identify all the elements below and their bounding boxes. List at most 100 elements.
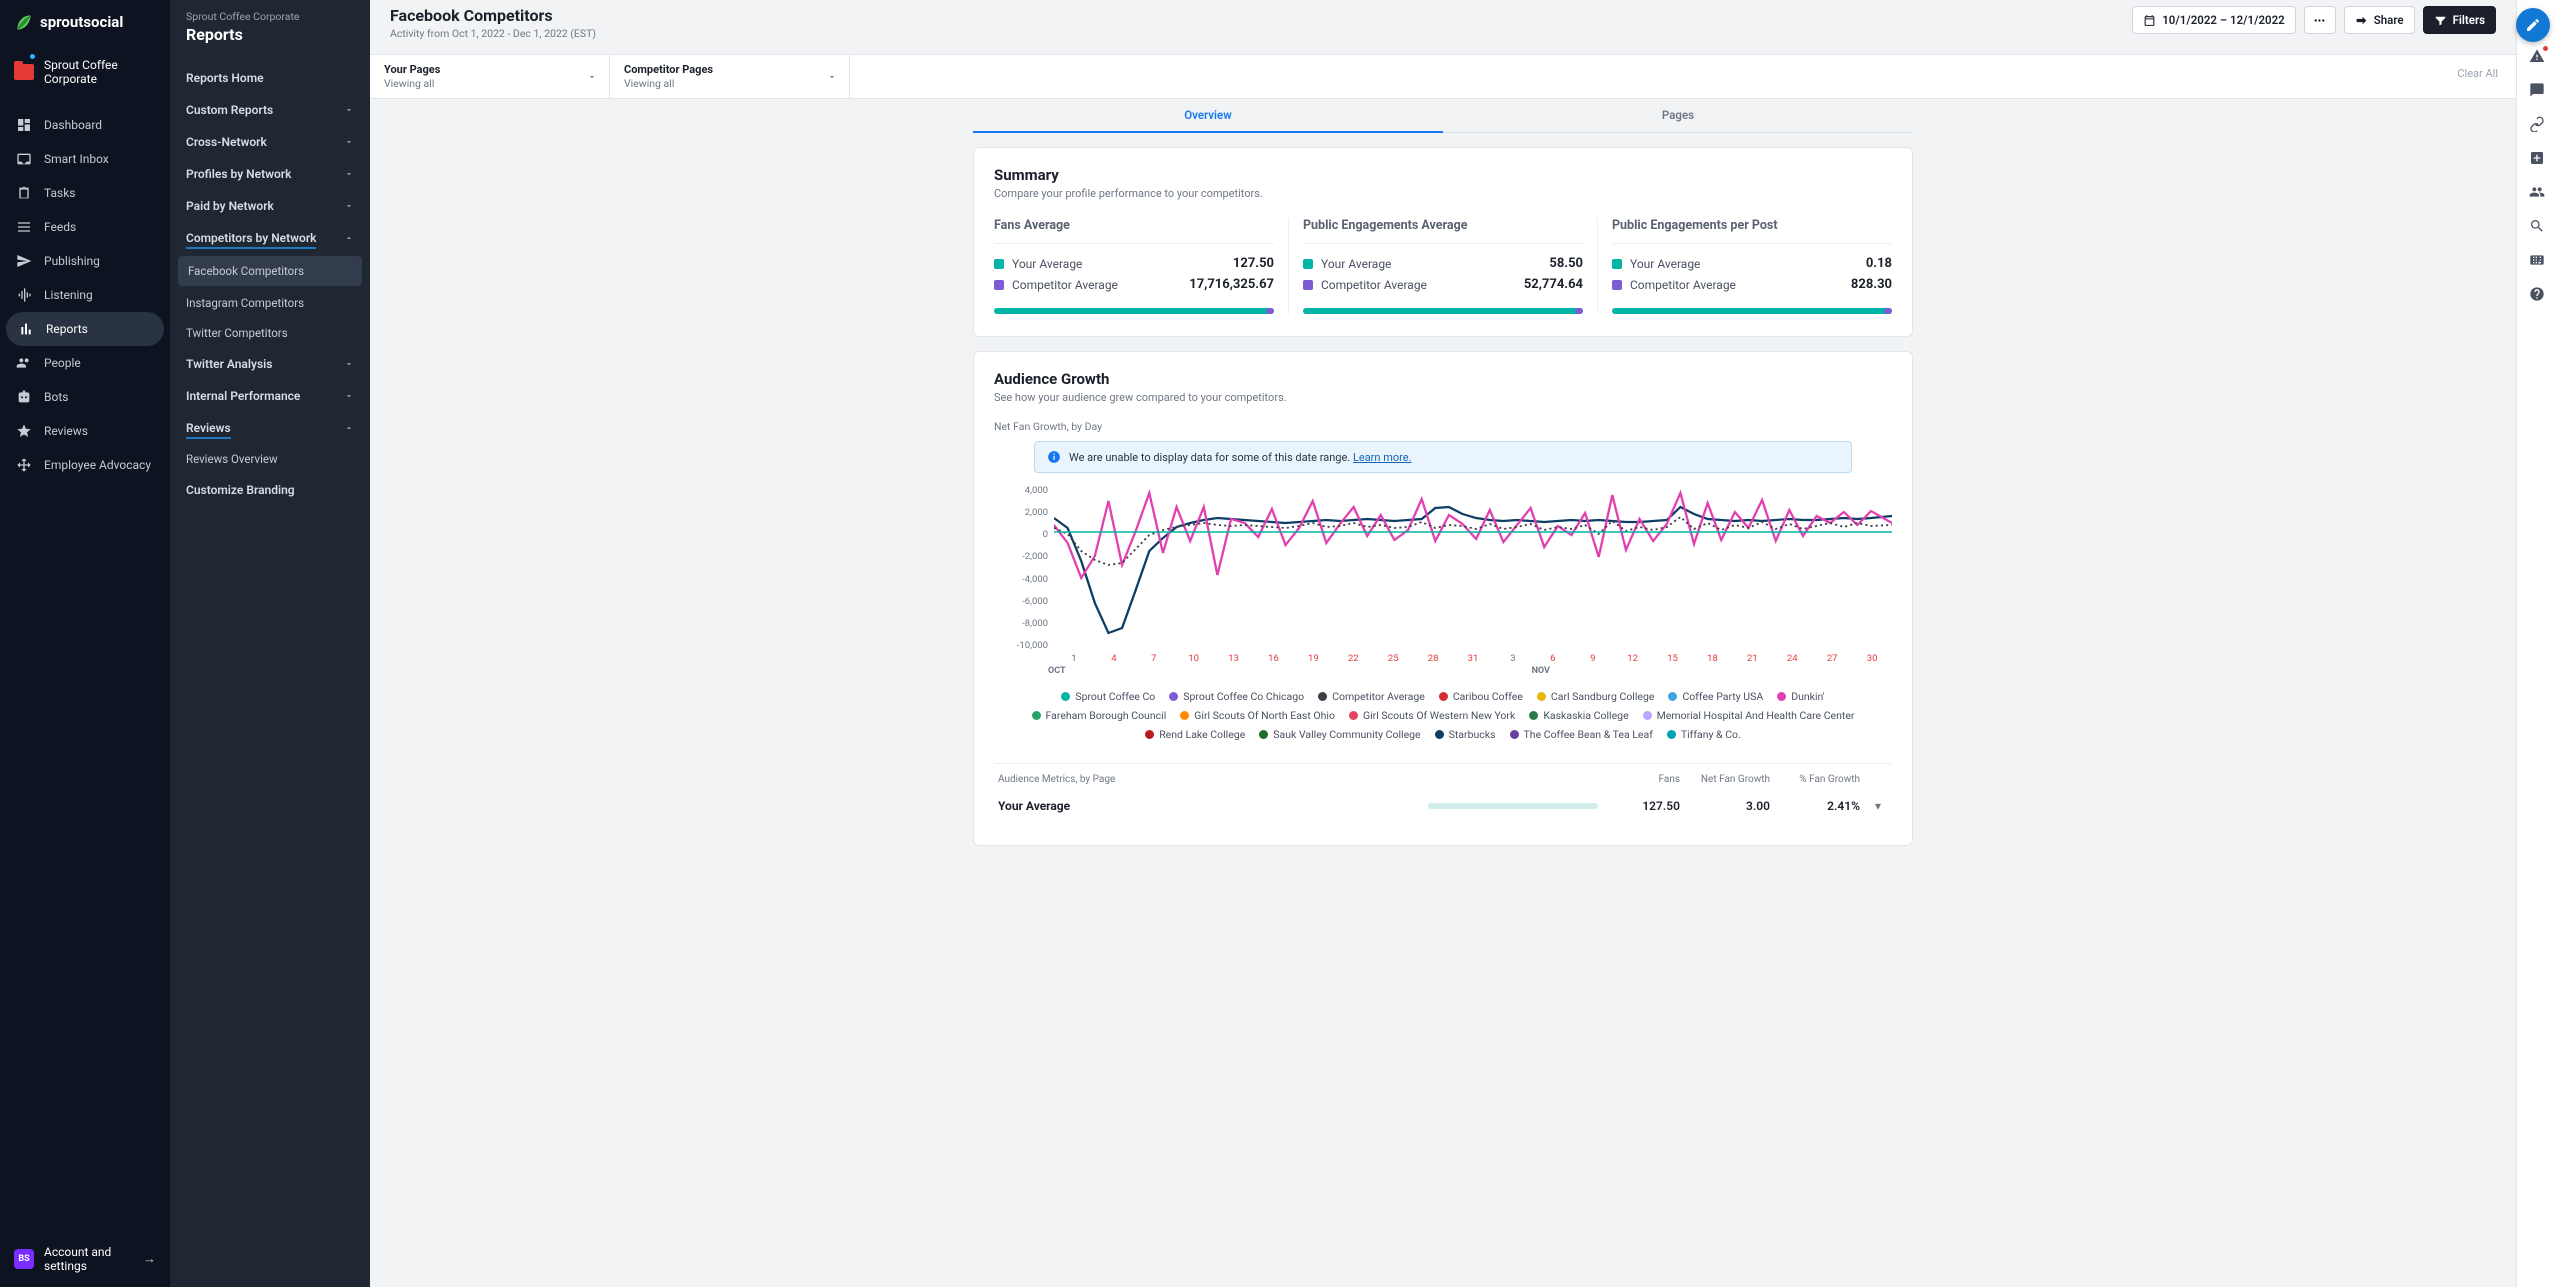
- side-group[interactable]: Profiles by Network: [170, 158, 370, 190]
- growth-desc: See how your audience grew compared to y…: [994, 391, 1892, 404]
- people-icon: [16, 355, 32, 371]
- side-group[interactable]: Custom Reports: [170, 94, 370, 126]
- side-group[interactable]: Cross-Network: [170, 126, 370, 158]
- add-icon[interactable]: [2529, 150, 2545, 166]
- breadcrumb: Sprout Coffee Corporate: [186, 10, 354, 23]
- chevron-down-icon: [827, 72, 837, 82]
- nav-advocacy[interactable]: Employee Advocacy: [0, 448, 170, 482]
- legend-item: The Coffee Bean & Tea Leaf: [1510, 728, 1653, 741]
- publishing-icon: [16, 253, 32, 269]
- nav-reviews[interactable]: Reviews: [0, 414, 170, 448]
- search-icon[interactable]: [2529, 218, 2545, 234]
- calendar-icon: [2143, 14, 2156, 27]
- share-icon: [2355, 14, 2368, 27]
- info-icon: [1047, 450, 1061, 464]
- date-range-picker[interactable]: 10/1/2022 – 12/1/2022: [2132, 6, 2296, 34]
- nav-listening[interactable]: Listening: [0, 278, 170, 312]
- tab-pages[interactable]: Pages: [1443, 99, 1913, 133]
- nav-smart-inbox[interactable]: Smart Inbox: [0, 142, 170, 176]
- folder-icon: [14, 64, 34, 80]
- legend-item: Sauk Valley Community College: [1259, 728, 1420, 741]
- keyboard-icon[interactable]: [2529, 252, 2545, 268]
- dashboard-icon: [16, 117, 32, 133]
- side-group[interactable]: Competitors by Network: [170, 222, 370, 254]
- more-button[interactable]: [2304, 6, 2336, 34]
- alerts-icon[interactable]: [2529, 48, 2545, 64]
- tasks-icon: [16, 185, 32, 201]
- tab-overview[interactable]: Overview: [973, 99, 1443, 133]
- help-icon[interactable]: [2529, 286, 2545, 302]
- table-row: Your Average 127.50 3.00 2.41% ▾: [994, 789, 1892, 823]
- nav-people[interactable]: People: [0, 346, 170, 380]
- share-button[interactable]: Share: [2344, 6, 2415, 34]
- reports-icon: [18, 321, 34, 337]
- your-pages-selector[interactable]: Your Pages Viewing all: [370, 55, 610, 98]
- workspace-name: Sprout Coffee Corporate: [44, 58, 156, 86]
- competitor-pages-selector[interactable]: Competitor Pages Viewing all: [610, 55, 850, 98]
- legend-item: Kaskaskia College: [1529, 709, 1628, 722]
- link-icon[interactable]: [2529, 116, 2545, 132]
- side-group[interactable]: Twitter Analysis: [170, 348, 370, 380]
- legend-item: Coffee Party USA: [1668, 690, 1763, 703]
- nav-publishing[interactable]: Publishing: [0, 244, 170, 278]
- side-title: Reports: [186, 25, 354, 44]
- side-sub-item[interactable]: Twitter Competitors: [170, 318, 370, 348]
- page-title: Facebook Competitors: [390, 6, 596, 25]
- side-link[interactable]: Customize Branding: [170, 474, 370, 506]
- compose-fab[interactable]: [2516, 8, 2550, 42]
- side-sub-item[interactable]: Instagram Competitors: [170, 288, 370, 318]
- growth-title: Audience Growth: [994, 370, 1892, 388]
- feeds-icon: [16, 219, 32, 235]
- growth-chart: [1054, 483, 1892, 653]
- account-settings-label: Account and settings: [44, 1245, 133, 1273]
- side-link[interactable]: Reports Home: [170, 62, 370, 94]
- bots-icon: [16, 389, 32, 405]
- brand-logo[interactable]: sproutsocial: [0, 0, 170, 44]
- legend-item: Rend Lake College: [1145, 728, 1245, 741]
- arrow-right-icon: →: [143, 1251, 156, 1267]
- brand-name: sproutsocial: [40, 13, 123, 31]
- legend-item: Fareham Borough Council: [1032, 709, 1167, 722]
- metric: Public Engagements AverageYour Average58…: [1289, 218, 1598, 314]
- legend-item: Tiffany & Co.: [1667, 728, 1741, 741]
- advocacy-icon: [16, 457, 32, 473]
- reviews-icon: [16, 423, 32, 439]
- legend-item: Memorial Hospital And Health Care Center: [1643, 709, 1855, 722]
- avatar: BS: [14, 1249, 34, 1269]
- nav-tasks[interactable]: Tasks: [0, 176, 170, 210]
- nav-dashboard[interactable]: Dashboard: [0, 108, 170, 142]
- chevron-down-icon: [344, 169, 354, 179]
- side-group[interactable]: Paid by Network: [170, 190, 370, 222]
- side-group[interactable]: Reviews: [170, 412, 370, 444]
- nav-reports[interactable]: Reports: [6, 312, 164, 346]
- metric: Fans AverageYour Average127.50Competitor…: [994, 218, 1289, 314]
- side-sub-item[interactable]: Facebook Competitors: [178, 256, 362, 286]
- metric: Public Engagements per PostYour Average0…: [1598, 218, 1892, 314]
- nav-feeds[interactable]: Feeds: [0, 210, 170, 244]
- smart-inbox-icon: [16, 151, 32, 167]
- nav-bots[interactable]: Bots: [0, 380, 170, 414]
- legend-item: Sprout Coffee Co Chicago: [1169, 690, 1304, 703]
- chat-icon[interactable]: [2529, 82, 2545, 98]
- filters-button[interactable]: Filters: [2423, 6, 2496, 34]
- side-group[interactable]: Internal Performance: [170, 380, 370, 412]
- chevron-down-icon: [344, 105, 354, 115]
- filter-icon: [2434, 14, 2447, 27]
- chevron-up-icon: [344, 423, 354, 433]
- am-table-title: Audience Metrics, by Page: [998, 774, 1598, 785]
- workspace-switcher[interactable]: Sprout Coffee Corporate: [0, 48, 170, 100]
- side-sub-item[interactable]: Reviews Overview: [170, 444, 370, 474]
- legend-item: Sprout Coffee Co: [1061, 690, 1155, 703]
- listening-icon: [16, 287, 32, 303]
- chevron-down-icon[interactable]: ▾: [1868, 799, 1888, 813]
- chevron-down-icon: [344, 137, 354, 147]
- account-settings[interactable]: BS Account and settings →: [0, 1233, 170, 1287]
- legend-item: Dunkin': [1777, 690, 1824, 703]
- page-subtitle: Activity from Oct 1, 2022 - Dec 1, 2022 …: [390, 27, 596, 40]
- legend-item: Caribou Coffee: [1439, 690, 1523, 703]
- chevron-down-icon: [344, 391, 354, 401]
- legend-item: Competitor Average: [1318, 690, 1425, 703]
- chevron-down-icon: [344, 201, 354, 211]
- learn-more-link[interactable]: Learn more.: [1353, 451, 1412, 464]
- people-icon[interactable]: [2529, 184, 2545, 200]
